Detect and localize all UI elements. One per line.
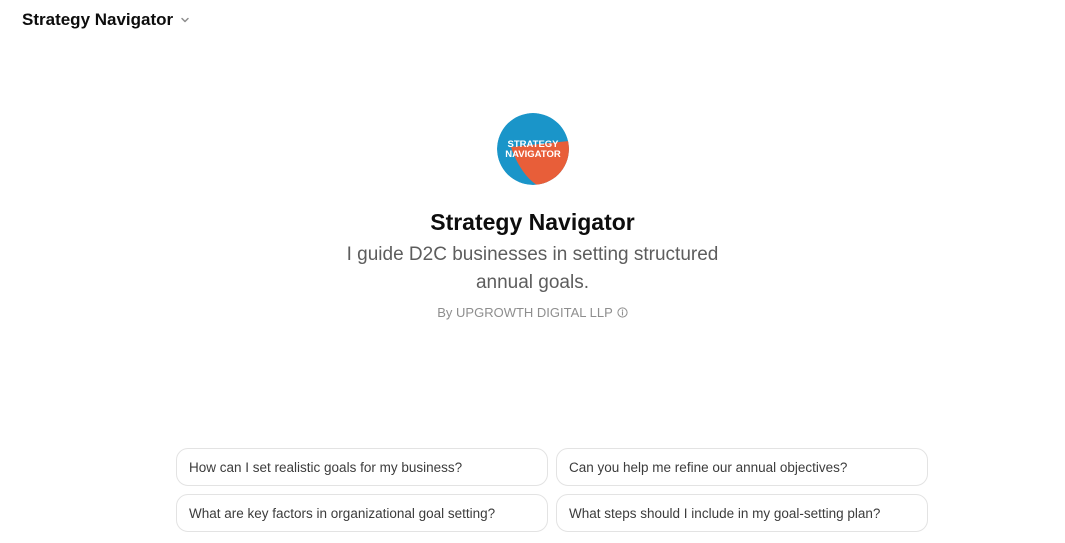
info-icon[interactable] bbox=[617, 307, 628, 318]
starter-button[interactable]: How can I set realistic goals for my bus… bbox=[176, 448, 548, 486]
gpt-logo: STRATEGY NAVIGATOR bbox=[496, 113, 569, 185]
app-title: Strategy Navigator bbox=[22, 10, 174, 29]
starter-button[interactable]: What steps should I include in my goal-s… bbox=[556, 494, 928, 532]
gpt-name: Strategy Navigator bbox=[430, 209, 635, 235]
byline-text: By UPGROWTH DIGITAL LLP bbox=[437, 305, 613, 320]
starter-button[interactable]: What are key factors in organizational g… bbox=[176, 494, 548, 532]
logo-text-line2: NAVIGATOR bbox=[505, 149, 561, 160]
gpt-selector[interactable]: Strategy Navigator bbox=[14, 6, 199, 34]
gpt-intro: STRATEGY NAVIGATOR Strategy Navigator I … bbox=[0, 113, 1065, 320]
conversation-starters: How can I set realistic goals for my bus… bbox=[176, 448, 928, 532]
starter-button[interactable]: Can you help me refine our annual object… bbox=[556, 448, 928, 486]
byline: By UPGROWTH DIGITAL LLP bbox=[437, 305, 628, 320]
gpt-description: I guide D2C businesses in setting struct… bbox=[346, 244, 719, 293]
chevron-down-icon bbox=[179, 14, 191, 26]
gpt-start-page: Strategy Navigator STRATEGY NAVIGATOR St… bbox=[0, 0, 1065, 543]
